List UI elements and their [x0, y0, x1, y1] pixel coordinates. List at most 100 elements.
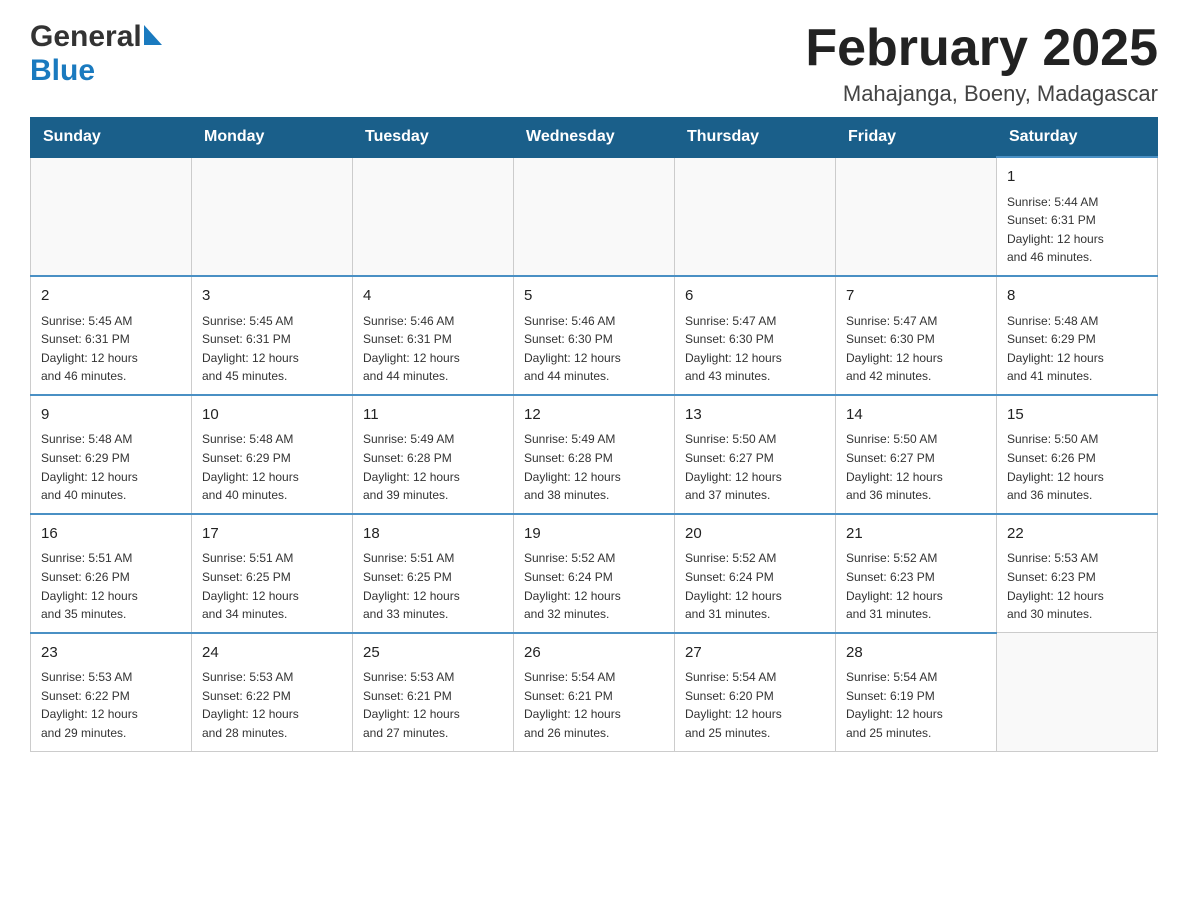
calendar-cell: 10 Sunrise: 5:48 AM Sunset: 6:29 PM Dayli… — [192, 395, 353, 514]
weekday-header-row: SundayMondayTuesdayWednesdayThursdayFrid… — [31, 118, 1158, 158]
day-number: 28 — [846, 642, 986, 665]
day-number: 18 — [363, 523, 503, 546]
day-info: Sunrise: 5:51 AM Sunset: 6:25 PM Dayligh… — [202, 549, 342, 623]
day-number: 13 — [685, 404, 825, 427]
weekday-header-sunday: Sunday — [31, 118, 192, 158]
day-info: Sunrise: 5:50 AM Sunset: 6:27 PM Dayligh… — [685, 430, 825, 504]
day-info: Sunrise: 5:44 AM Sunset: 6:31 PM Dayligh… — [1007, 193, 1147, 267]
day-number: 16 — [41, 523, 181, 546]
day-number: 10 — [202, 404, 342, 427]
calendar-cell — [997, 633, 1158, 751]
day-info: Sunrise: 5:53 AM Sunset: 6:23 PM Dayligh… — [1007, 549, 1147, 623]
day-info: Sunrise: 5:52 AM Sunset: 6:24 PM Dayligh… — [685, 549, 825, 623]
calendar-cell: 5Sunrise: 5:46 AM Sunset: 6:30 PM Daylig… — [514, 276, 675, 395]
calendar-cell: 13 Sunrise: 5:50 AM Sunset: 6:27 PM Dayli… — [675, 395, 836, 514]
calendar-week-row: 23 Sunrise: 5:53 AM Sunset: 6:22 PM Dayli… — [31, 633, 1158, 751]
weekday-header-wednesday: Wednesday — [514, 118, 675, 158]
calendar-cell: 23Sunrise: 5:53 AM Sunset: 6:22 PM Dayli… — [31, 633, 192, 751]
day-info: Sunrise: 5:52 AM Sunset: 6:24 PM Dayligh… — [524, 549, 664, 623]
title-area: February 2025 Mahajanga, Boeny, Madagasc… — [805, 20, 1158, 107]
logo-triangle-icon — [144, 25, 162, 50]
month-title: February 2025 — [805, 20, 1158, 77]
day-number: 20 — [685, 523, 825, 546]
calendar-cell — [31, 157, 192, 276]
calendar-cell — [675, 157, 836, 276]
day-number: 26 — [524, 642, 664, 665]
day-info: Sunrise: 5:53 AM Sunset: 6:22 PM Dayligh… — [202, 668, 342, 742]
day-number: 19 — [524, 523, 664, 546]
day-number: 4 — [363, 285, 503, 308]
calendar-cell: 12Sunrise: 5:49 AM Sunset: 6:28 PM Dayli… — [514, 395, 675, 514]
calendar-cell: 27Sunrise: 5:54 AM Sunset: 6:20 PM Dayli… — [675, 633, 836, 751]
calendar-cell: 21 Sunrise: 5:52 AM Sunset: 6:23 PM Dayli… — [836, 514, 997, 633]
day-number: 7 — [846, 285, 986, 308]
calendar-cell: 2Sunrise: 5:45 AM Sunset: 6:31 PM Daylig… — [31, 276, 192, 395]
calendar-cell: 24 Sunrise: 5:53 AM Sunset: 6:22 PM Dayli… — [192, 633, 353, 751]
calendar-cell: 15 Sunrise: 5:50 AM Sunset: 6:26 PM Dayli… — [997, 395, 1158, 514]
day-number: 15 — [1007, 404, 1147, 427]
calendar-cell: 17Sunrise: 5:51 AM Sunset: 6:25 PM Dayli… — [192, 514, 353, 633]
calendar-cell: 16 Sunrise: 5:51 AM Sunset: 6:26 PM Dayli… — [31, 514, 192, 633]
day-info: Sunrise: 5:53 AM Sunset: 6:21 PM Dayligh… — [363, 668, 503, 742]
calendar-cell: 25 Sunrise: 5:53 AM Sunset: 6:21 PM Dayli… — [353, 633, 514, 751]
header: General Blue February 2025 Mahajanga, Bo… — [30, 20, 1158, 107]
day-number: 12 — [524, 404, 664, 427]
calendar-week-row: 9 Sunrise: 5:48 AM Sunset: 6:29 PM Daylig… — [31, 395, 1158, 514]
calendar-cell — [836, 157, 997, 276]
location-title: Mahajanga, Boeny, Madagascar — [805, 81, 1158, 107]
day-info: Sunrise: 5:50 AM Sunset: 6:26 PM Dayligh… — [1007, 430, 1147, 504]
weekday-header-monday: Monday — [192, 118, 353, 158]
calendar-cell: 7 Sunrise: 5:47 AM Sunset: 6:30 PM Daylig… — [836, 276, 997, 395]
weekday-header-saturday: Saturday — [997, 118, 1158, 158]
day-info: Sunrise: 5:51 AM Sunset: 6:26 PM Dayligh… — [41, 549, 181, 623]
day-number: 21 — [846, 523, 986, 546]
logo-blue-text: Blue — [30, 54, 95, 88]
day-info: Sunrise: 5:46 AM Sunset: 6:31 PM Dayligh… — [363, 312, 503, 386]
day-number: 11 — [363, 404, 503, 427]
day-info: Sunrise: 5:54 AM Sunset: 6:21 PM Dayligh… — [524, 668, 664, 742]
day-number: 24 — [202, 642, 342, 665]
calendar-cell: 8 Sunrise: 5:48 AM Sunset: 6:29 PM Daylig… — [997, 276, 1158, 395]
day-info: Sunrise: 5:54 AM Sunset: 6:20 PM Dayligh… — [685, 668, 825, 742]
calendar-cell — [514, 157, 675, 276]
calendar-cell: 22 Sunrise: 5:53 AM Sunset: 6:23 PM Dayli… — [997, 514, 1158, 633]
day-info: Sunrise: 5:48 AM Sunset: 6:29 PM Dayligh… — [41, 430, 181, 504]
day-number: 3 — [202, 285, 342, 308]
day-number: 9 — [41, 404, 181, 427]
day-info: Sunrise: 5:48 AM Sunset: 6:29 PM Dayligh… — [1007, 312, 1147, 386]
calendar-cell: 18Sunrise: 5:51 AM Sunset: 6:25 PM Dayli… — [353, 514, 514, 633]
day-number: 1 — [1007, 166, 1147, 189]
calendar-cell — [353, 157, 514, 276]
day-info: Sunrise: 5:49 AM Sunset: 6:28 PM Dayligh… — [363, 430, 503, 504]
day-info: Sunrise: 5:46 AM Sunset: 6:30 PM Dayligh… — [524, 312, 664, 386]
calendar-week-row: 1 Sunrise: 5:44 AM Sunset: 6:31 PM Daylig… — [31, 157, 1158, 276]
day-info: Sunrise: 5:47 AM Sunset: 6:30 PM Dayligh… — [846, 312, 986, 386]
day-number: 22 — [1007, 523, 1147, 546]
logo-general-text: General — [30, 20, 142, 54]
calendar-cell: 11 Sunrise: 5:49 AM Sunset: 6:28 PM Dayli… — [353, 395, 514, 514]
day-number: 8 — [1007, 285, 1147, 308]
calendar-cell: 14Sunrise: 5:50 AM Sunset: 6:27 PM Dayli… — [836, 395, 997, 514]
calendar-week-row: 2Sunrise: 5:45 AM Sunset: 6:31 PM Daylig… — [31, 276, 1158, 395]
weekday-header-tuesday: Tuesday — [353, 118, 514, 158]
logo: General Blue — [30, 20, 162, 88]
day-info: Sunrise: 5:45 AM Sunset: 6:31 PM Dayligh… — [202, 312, 342, 386]
weekday-header-friday: Friday — [836, 118, 997, 158]
calendar-cell: 4 Sunrise: 5:46 AM Sunset: 6:31 PM Daylig… — [353, 276, 514, 395]
day-info: Sunrise: 5:52 AM Sunset: 6:23 PM Dayligh… — [846, 549, 986, 623]
day-number: 25 — [363, 642, 503, 665]
calendar-cell: 26 Sunrise: 5:54 AM Sunset: 6:21 PM Dayli… — [514, 633, 675, 751]
day-info: Sunrise: 5:54 AM Sunset: 6:19 PM Dayligh… — [846, 668, 986, 742]
day-info: Sunrise: 5:48 AM Sunset: 6:29 PM Dayligh… — [202, 430, 342, 504]
calendar-cell: 20 Sunrise: 5:52 AM Sunset: 6:24 PM Dayli… — [675, 514, 836, 633]
calendar-cell — [192, 157, 353, 276]
day-number: 23 — [41, 642, 181, 665]
calendar-cell: 1 Sunrise: 5:44 AM Sunset: 6:31 PM Daylig… — [997, 157, 1158, 276]
calendar-cell: 9 Sunrise: 5:48 AM Sunset: 6:29 PM Daylig… — [31, 395, 192, 514]
day-info: Sunrise: 5:47 AM Sunset: 6:30 PM Dayligh… — [685, 312, 825, 386]
calendar-cell: 28 Sunrise: 5:54 AM Sunset: 6:19 PM Dayli… — [836, 633, 997, 751]
day-number: 6 — [685, 285, 825, 308]
calendar-week-row: 16 Sunrise: 5:51 AM Sunset: 6:26 PM Dayli… — [31, 514, 1158, 633]
day-info: Sunrise: 5:45 AM Sunset: 6:31 PM Dayligh… — [41, 312, 181, 386]
day-info: Sunrise: 5:50 AM Sunset: 6:27 PM Dayligh… — [846, 430, 986, 504]
